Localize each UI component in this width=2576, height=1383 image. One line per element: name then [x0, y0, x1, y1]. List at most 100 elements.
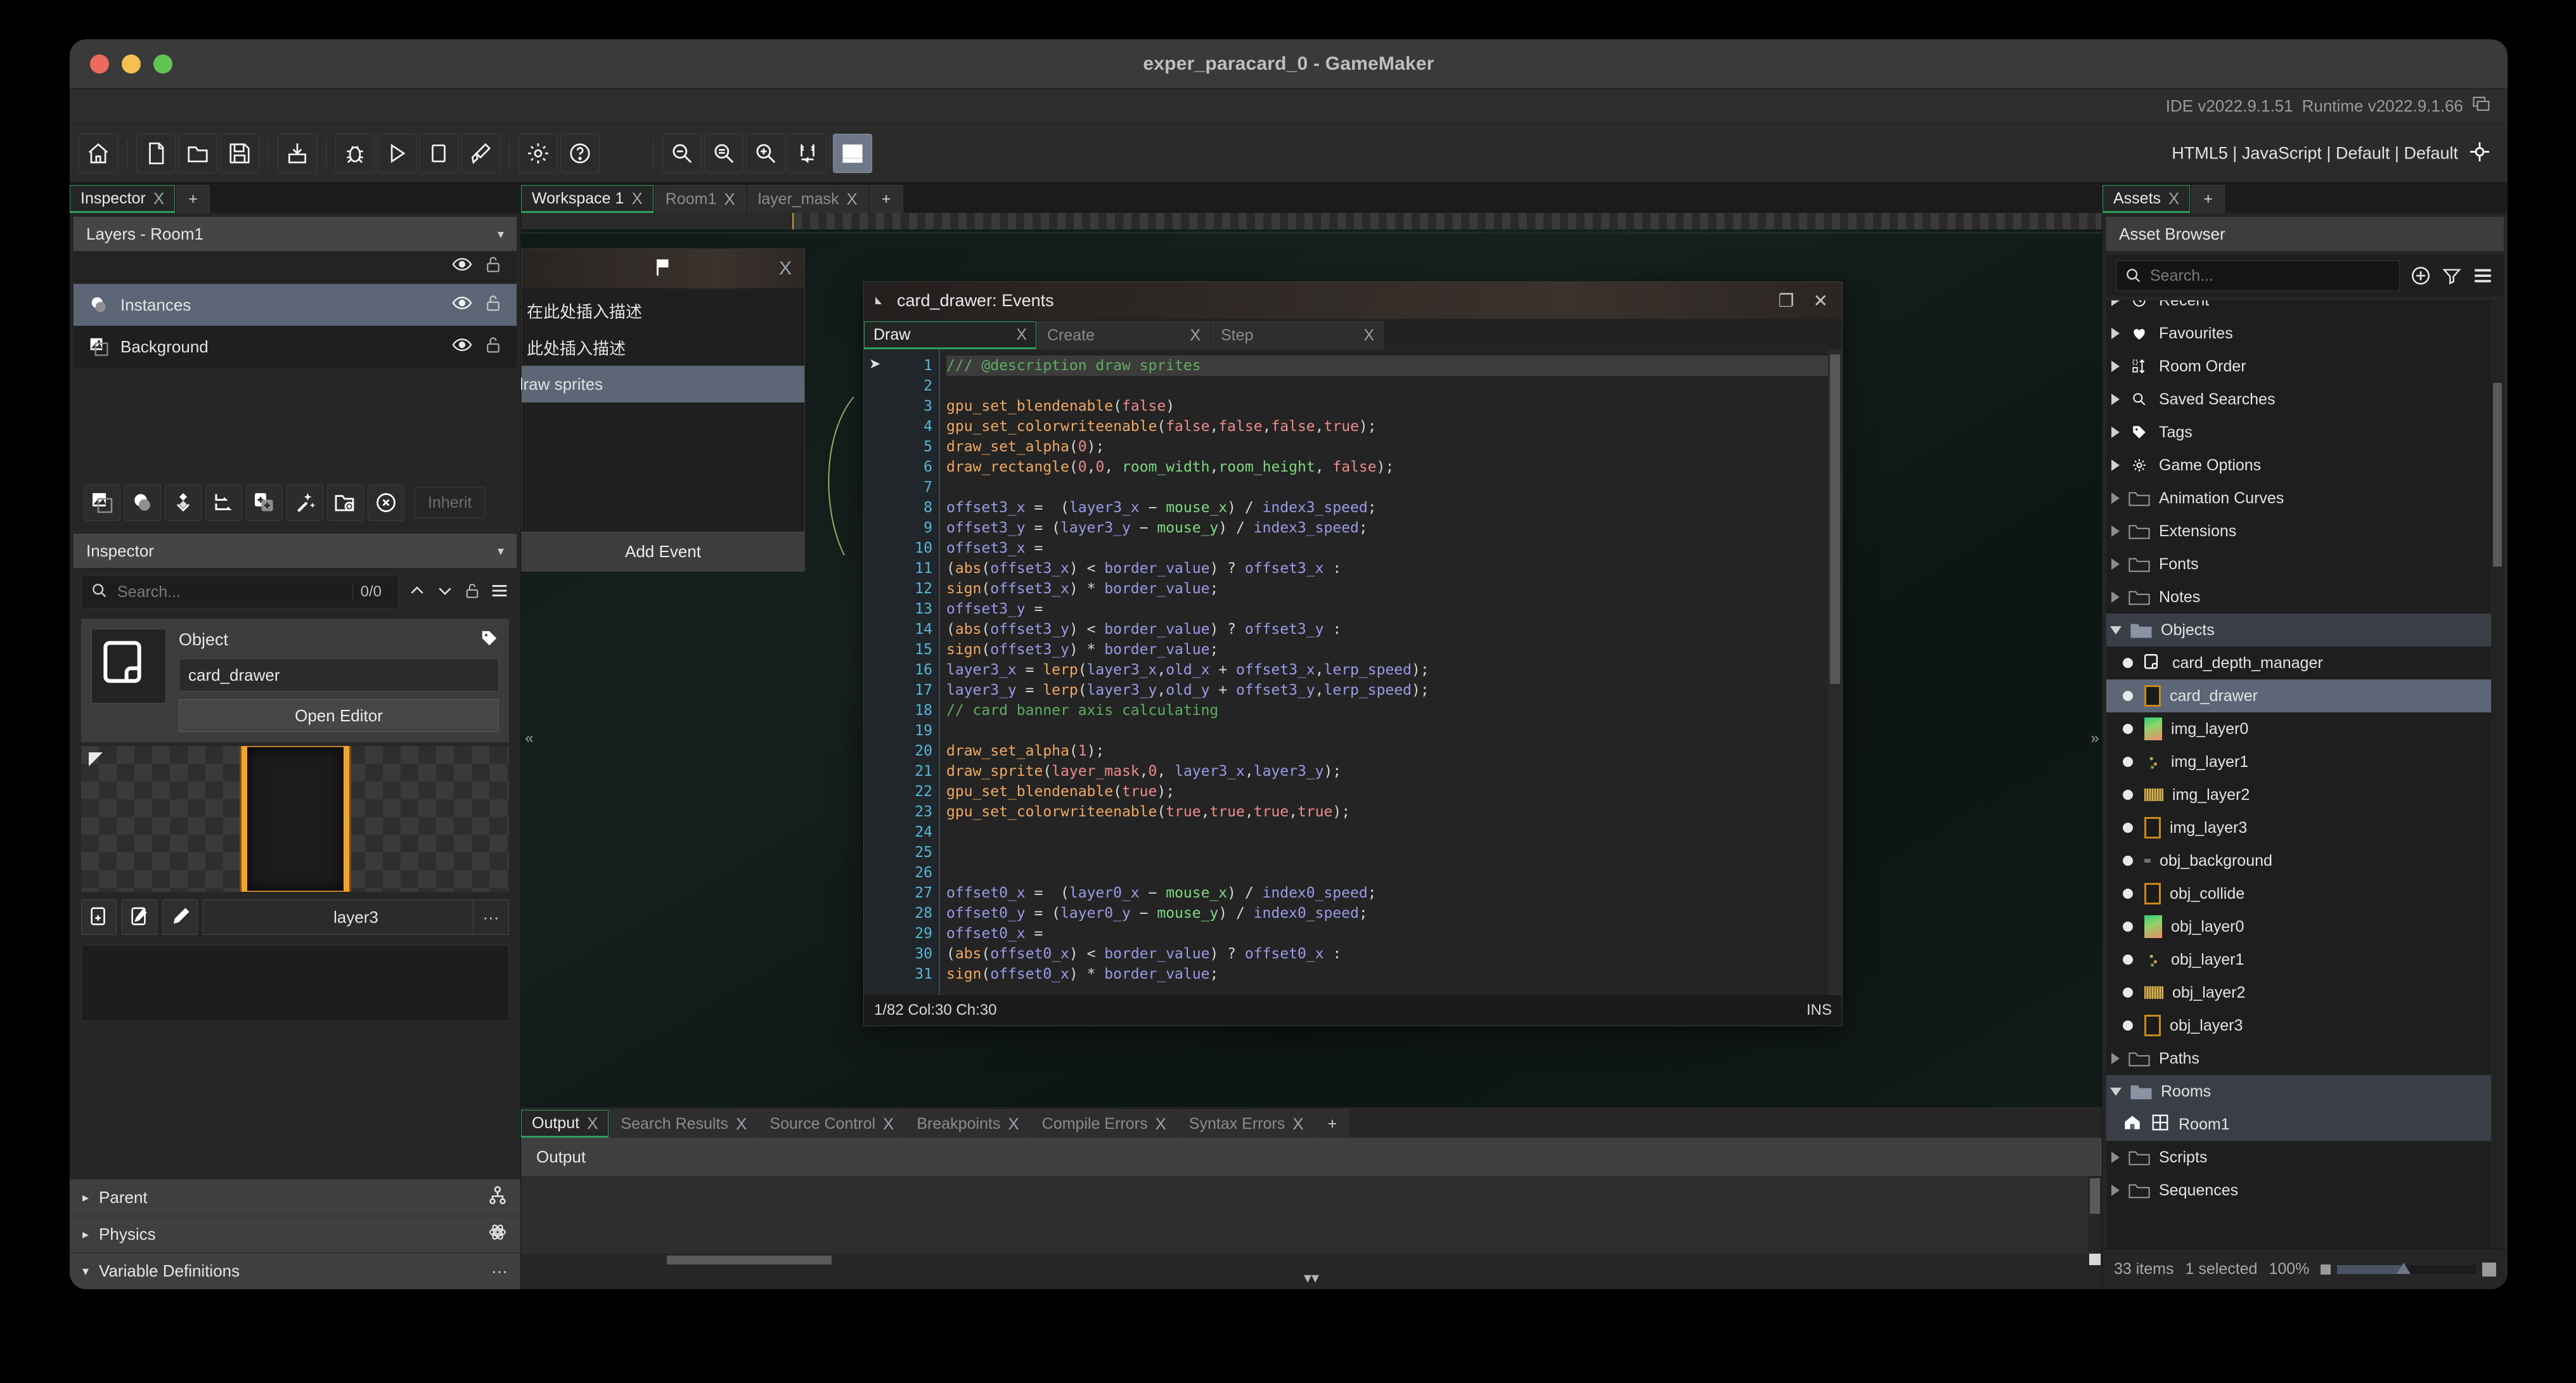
chevron-right-icon[interactable]: [2111, 1053, 2120, 1064]
event-list-item[interactable]: 此处插入描述: [522, 329, 804, 366]
resize-grip[interactable]: [2089, 1254, 2101, 1265]
tab-layer-mask[interactable]: layer_mask X: [747, 185, 868, 213]
add-effect-layer-button[interactable]: [287, 484, 323, 521]
tab-search-results[interactable]: Search Results X: [610, 1110, 758, 1138]
asset-tree-folder[interactable]: Notes: [2106, 581, 2504, 614]
add-left-tab-button[interactable]: +: [176, 185, 210, 213]
stop-button[interactable]: [419, 133, 458, 173]
zoom-in-button[interactable]: [746, 133, 785, 173]
close-icon[interactable]: X: [724, 190, 735, 209]
output-vertical-scrollbar[interactable]: [2088, 1176, 2102, 1252]
tab-inspector[interactable]: Inspector X: [70, 185, 176, 213]
tab-step-event[interactable]: Step X: [1211, 321, 1384, 349]
accordion-parent[interactable]: ▸ Parent: [70, 1179, 520, 1216]
add-asset-layer-button[interactable]: [246, 484, 283, 521]
add-path-layer-button[interactable]: [205, 484, 242, 521]
lock-icon[interactable]: [484, 335, 503, 359]
add-workspace-tab-button[interactable]: +: [869, 185, 903, 213]
chevron-right-icon[interactable]: [2111, 1185, 2120, 1196]
search-prev-icon[interactable]: [408, 581, 427, 603]
output-content[interactable]: [521, 1176, 2102, 1266]
close-icon[interactable]: X: [1190, 326, 1201, 345]
layer-row[interactable]: Instances: [74, 284, 517, 326]
lock-icon[interactable]: [484, 254, 503, 278]
tab-compile-errors[interactable]: Compile Errors X: [1031, 1110, 1177, 1138]
target-crosshair-icon[interactable]: [2468, 140, 2491, 166]
asset-tree-folder[interactable]: Fonts: [2106, 548, 2504, 581]
new-sprite-button[interactable]: [81, 899, 117, 935]
zoom-slider-knob[interactable]: [2397, 1262, 2411, 1274]
chevron-right-icon[interactable]: [2111, 591, 2120, 603]
scrollbar-thumb[interactable]: [2493, 383, 2502, 567]
accordion-variable-definitions[interactable]: ▾ Variable Definitions ···: [70, 1252, 520, 1289]
asset-tree-item[interactable]: obj_layer3: [2106, 1009, 2504, 1042]
chevron-right-icon[interactable]: [2111, 558, 2120, 570]
filter-icon[interactable]: [2442, 266, 2462, 286]
notifications-icon[interactable]: [2472, 95, 2491, 117]
code-text[interactable]: /// @description draw sprites gpu_set_bl…: [939, 349, 1828, 995]
tab-create-event[interactable]: Create X: [1038, 321, 1210, 349]
clean-button[interactable]: [461, 133, 500, 173]
close-icon[interactable]: X: [1292, 1114, 1303, 1134]
asset-tree-item[interactable]: img_layer1: [2106, 745, 2504, 778]
inspector-section-header[interactable]: Inspector ▾: [74, 534, 517, 568]
edit-sprite-button[interactable]: [122, 899, 157, 935]
more-icon[interactable]: ···: [491, 1261, 508, 1281]
close-icon[interactable]: X: [1016, 326, 1027, 344]
inspector-search-input[interactable]: [117, 582, 344, 601]
add-event-button[interactable]: Add Event: [522, 532, 804, 571]
open-project-button[interactable]: [178, 133, 217, 173]
close-icon[interactable]: X: [631, 189, 642, 209]
chevron-down-icon[interactable]: [2110, 626, 2122, 634]
tab-workspace-1[interactable]: Workspace 1 X: [521, 185, 654, 213]
close-icon[interactable]: X: [779, 258, 792, 280]
menu-icon[interactable]: [2472, 265, 2494, 286]
add-output-tab-button[interactable]: +: [1315, 1110, 1349, 1138]
home-button[interactable]: [79, 133, 118, 173]
scrollbar-thumb[interactable]: [1830, 354, 1840, 684]
eye-icon[interactable]: [452, 335, 472, 359]
close-icon[interactable]: X: [736, 1114, 747, 1134]
zoom-out-button[interactable]: [662, 133, 702, 173]
close-icon[interactable]: X: [847, 190, 858, 209]
inspector-search-box[interactable]: 0/0: [81, 576, 399, 608]
collapse-output-button[interactable]: ▾▾: [521, 1266, 2102, 1289]
asset-tree-folder[interactable]: Extensions: [2106, 515, 2504, 548]
sprite-preview[interactable]: [81, 746, 509, 892]
import-project-button[interactable]: [278, 133, 317, 173]
asset-tree-folder[interactable]: Rooms: [2106, 1075, 2504, 1108]
asset-tree[interactable]: Recent Favourites Room Order Saved Searches…: [2106, 300, 2504, 1249]
display-toggle-button[interactable]: [833, 133, 872, 173]
sprite-layer-field[interactable]: layer3 ···: [203, 899, 509, 935]
code-vertical-scrollbar[interactable]: [1828, 349, 1842, 995]
asset-tree-item[interactable]: obj_collide: [2106, 877, 2504, 910]
asset-tree-folder[interactable]: Room Order: [2106, 350, 2504, 383]
asset-tree-item[interactable]: obj_background: [2106, 844, 2504, 877]
layers-section-header[interactable]: Layers - Room1 ▾: [74, 217, 517, 251]
zoom-reset-button[interactable]: [704, 133, 744, 173]
asset-tree-folder[interactable]: Saved Searches: [2106, 383, 2504, 416]
delete-layer-button[interactable]: [368, 484, 404, 521]
collapse-right-panel-button[interactable]: »: [2088, 727, 2102, 750]
asset-tree-folder[interactable]: Tags: [2106, 416, 2504, 449]
search-next-icon[interactable]: [435, 581, 454, 603]
open-editor-button[interactable]: Open Editor: [179, 699, 499, 732]
add-background-layer-button[interactable]: [84, 484, 120, 521]
event-list-item[interactable]: draw sprites: [521, 366, 804, 402]
close-icon[interactable]: X: [883, 1114, 894, 1134]
asset-tree-folder[interactable]: Objects: [2106, 614, 2504, 646]
tab-room1[interactable]: Room1 X: [654, 185, 746, 213]
collapse-left-panel-button[interactable]: «: [522, 727, 536, 750]
close-icon[interactable]: X: [1363, 326, 1374, 345]
asset-tree-folder[interactable]: Scripts: [2106, 1141, 2504, 1174]
asset-tree-item[interactable]: card_depth_manager: [2106, 646, 2504, 679]
more-options-icon[interactable]: ···: [473, 900, 508, 934]
chevron-down-icon[interactable]: ▾: [498, 226, 504, 242]
chevron-right-icon[interactable]: [2111, 300, 2120, 306]
lock-icon[interactable]: [463, 581, 481, 603]
close-icon[interactable]: X: [1155, 1114, 1166, 1134]
asset-tree-item[interactable]: obj_layer1: [2106, 943, 2504, 976]
eye-icon[interactable]: [452, 293, 472, 318]
paint-sprite-button[interactable]: [162, 899, 198, 935]
asset-tree-folder[interactable]: Game Options: [2106, 449, 2504, 482]
